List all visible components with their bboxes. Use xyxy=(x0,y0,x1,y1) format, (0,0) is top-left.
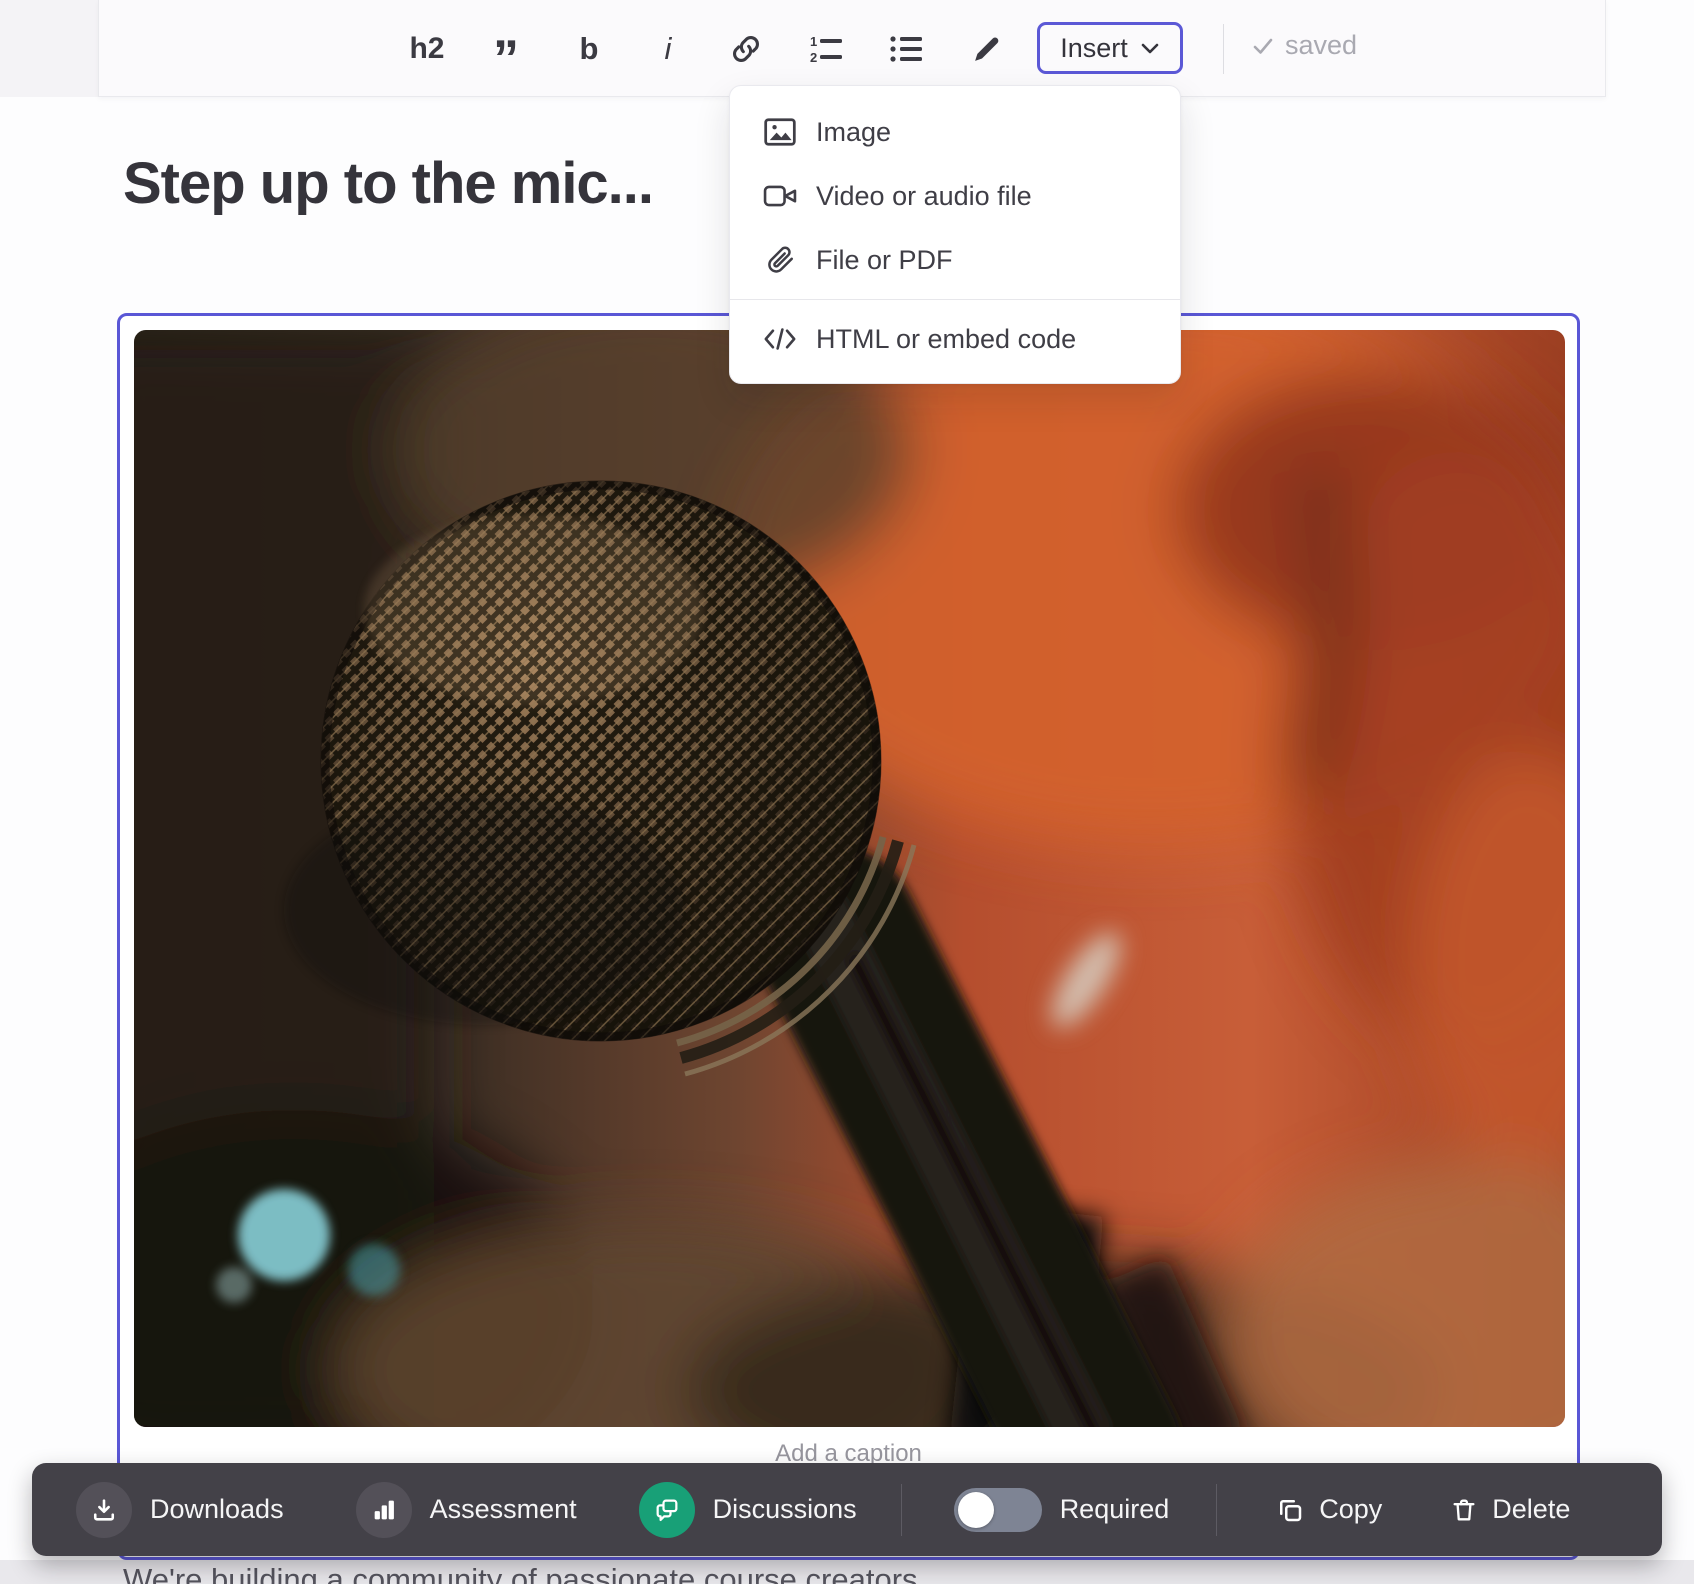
next-paragraph[interactable]: We're building a community of passionate… xyxy=(123,1562,918,1584)
action-bar-divider xyxy=(901,1484,902,1536)
bullet-list-button[interactable] xyxy=(883,26,929,72)
menu-item-embed[interactable]: HTML or embed code xyxy=(730,307,1180,371)
pencil-icon xyxy=(972,34,1002,64)
assessment-label: Assessment xyxy=(430,1494,577,1525)
heading2-button[interactable]: h2 xyxy=(404,26,450,72)
menu-item-label: Image xyxy=(816,117,891,148)
delete-label: Delete xyxy=(1492,1494,1570,1525)
bold-glyph: b xyxy=(580,31,599,67)
toolbar-left-gutter xyxy=(0,0,98,97)
chat-icon xyxy=(639,1482,695,1538)
blockquote-glyph: ” xyxy=(493,49,519,69)
insert-menu: Image Video or audio file File or PDF xyxy=(729,85,1181,384)
assessment-button[interactable]: Assessment xyxy=(356,1482,577,1538)
formatting-toolbar: h2 ” b i 1 2 xyxy=(98,0,1606,97)
link-button[interactable] xyxy=(723,26,769,72)
insert-label: Insert xyxy=(1060,33,1128,64)
image-block[interactable]: Add a caption xyxy=(117,313,1580,1560)
paperclip-icon xyxy=(762,245,798,275)
italic-button[interactable]: i xyxy=(645,26,691,72)
block-action-bar: Downloads Assessment Discussions xyxy=(32,1463,1662,1556)
menu-item-file[interactable]: File or PDF xyxy=(730,228,1180,292)
video-icon xyxy=(762,183,798,209)
toggle-knob xyxy=(958,1492,994,1528)
chevron-down-icon xyxy=(1140,41,1160,55)
menu-item-label: File or PDF xyxy=(816,245,953,276)
bullet-list-icon xyxy=(889,33,923,65)
italic-glyph: i xyxy=(665,31,672,67)
svg-text:1: 1 xyxy=(810,34,817,49)
toolbar-divider xyxy=(1223,24,1224,74)
insert-button[interactable]: Insert xyxy=(1037,22,1183,74)
code-icon xyxy=(762,326,798,352)
microphone-photo xyxy=(134,330,1565,1427)
lesson-editor: h2 ” b i 1 2 xyxy=(0,0,1694,1584)
copy-button[interactable]: Copy xyxy=(1275,1494,1382,1525)
image-icon xyxy=(762,117,798,147)
check-icon xyxy=(1251,34,1275,58)
ordered-list-button[interactable]: 1 2 xyxy=(803,26,849,72)
download-icon xyxy=(76,1482,132,1538)
copy-icon xyxy=(1275,1495,1305,1525)
blockquote-button[interactable]: ” xyxy=(483,26,529,72)
required-label: Required xyxy=(1060,1494,1170,1525)
required-toggle[interactable] xyxy=(954,1488,1042,1532)
menu-item-video[interactable]: Video or audio file xyxy=(730,164,1180,228)
link-icon xyxy=(730,33,762,65)
ordered-list-icon: 1 2 xyxy=(808,33,844,65)
copy-label: Copy xyxy=(1319,1494,1382,1525)
save-status: saved xyxy=(1251,30,1357,61)
downloads-label: Downloads xyxy=(150,1494,284,1525)
menu-item-label: Video or audio file xyxy=(816,181,1032,212)
bold-button[interactable]: b xyxy=(566,26,612,72)
svg-text:2: 2 xyxy=(810,50,817,65)
action-bar-divider xyxy=(1216,1484,1217,1536)
menu-item-image[interactable]: Image xyxy=(730,100,1180,164)
bar-chart-icon xyxy=(356,1482,412,1538)
page-title[interactable]: Step up to the mic... xyxy=(123,150,653,217)
save-status-label: saved xyxy=(1285,30,1357,61)
discussions-button[interactable]: Discussions xyxy=(639,1482,857,1538)
heading2-glyph: h2 xyxy=(409,32,444,66)
delete-button[interactable]: Delete xyxy=(1450,1494,1570,1525)
highlight-pen-button[interactable] xyxy=(964,26,1010,72)
downloads-button[interactable]: Downloads xyxy=(76,1482,284,1538)
menu-item-label: HTML or embed code xyxy=(816,324,1076,355)
trash-icon xyxy=(1450,1496,1478,1524)
discussions-label: Discussions xyxy=(713,1494,857,1525)
menu-divider xyxy=(730,299,1180,300)
